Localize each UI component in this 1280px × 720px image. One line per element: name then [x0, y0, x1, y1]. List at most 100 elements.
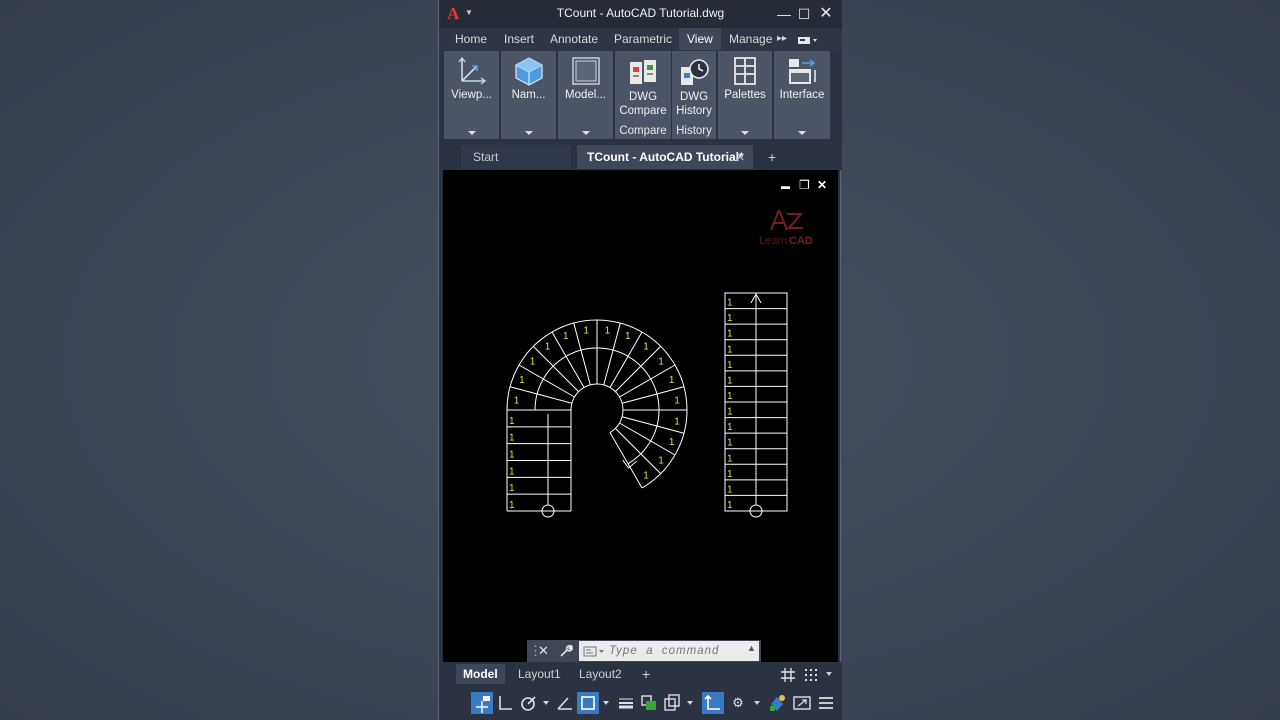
minimize-button[interactable]: — — [774, 4, 794, 24]
spiral-stair-tread-count: 1 — [669, 437, 675, 448]
tab-insert[interactable]: Insert — [496, 28, 542, 50]
tab-manage[interactable]: Manage — [721, 28, 780, 50]
spiral-stair-radial-tread — [619, 422, 676, 456]
workspace-caret-icon[interactable] — [754, 701, 760, 705]
polar-tracking-icon[interactable] — [517, 692, 539, 714]
straight-stair-tread-count: 1 — [727, 469, 733, 480]
recent-commands-icon[interactable] — [583, 645, 607, 663]
viewports-panel[interactable]: Viewp... — [444, 51, 499, 139]
workspace-gear-icon[interactable]: ⚙ — [727, 692, 749, 714]
named-views-cube-icon — [513, 55, 545, 87]
spiral-stair-radial-tread — [619, 364, 676, 398]
named-views-caret-icon[interactable] — [524, 131, 533, 135]
add-layout-button[interactable]: + — [635, 664, 657, 684]
named-views-panel[interactable]: Nam... — [501, 51, 556, 139]
document-tab-bar: Start TCount - AutoCAD Tutorial* ✕ + — [439, 142, 842, 170]
customization-menu-icon[interactable] — [815, 692, 837, 714]
new-tab-button[interactable]: + — [768, 145, 776, 169]
straight-stair-tread-count: 1 — [727, 500, 733, 511]
spiral-stair-tread-count: 1 — [509, 466, 515, 477]
snap-mode-icon[interactable] — [803, 667, 819, 688]
named-views-label: Nam... — [511, 89, 546, 101]
straight-stair-tread-count: 1 — [727, 453, 733, 464]
spiral-stair-tread-count: 1 — [674, 395, 680, 406]
isometric-drafting-icon[interactable] — [554, 692, 576, 714]
transparency-icon[interactable] — [638, 692, 660, 714]
polar-caret-icon[interactable] — [543, 701, 549, 705]
tab-start[interactable]: Start — [461, 145, 571, 169]
annotation-scale-icon[interactable] — [702, 692, 724, 714]
dwg-history-label-2: History — [676, 105, 712, 117]
isolate-objects-icon[interactable] — [766, 692, 788, 714]
model-viewports-caret-icon[interactable] — [581, 131, 590, 135]
spiral-stair-radial-tread — [518, 364, 575, 398]
snap-caret-icon[interactable] — [826, 672, 832, 676]
spiral-stair-tread-count: 1 — [509, 416, 515, 427]
spiral-stair-tread-count: 1 — [669, 375, 675, 386]
dynamic-input-icon[interactable] — [471, 692, 493, 714]
spiral-stair-tread-count: 1 — [519, 375, 525, 386]
spiral-stair-radial-tread — [509, 386, 573, 404]
spiral-stair-tread-count: 1 — [545, 342, 551, 353]
dwg-history-panel[interactable]: DWG History History — [672, 51, 716, 139]
ribbon-tab-bar: Home Insert Annotate Parametric View Man… — [439, 28, 842, 50]
fullscreen-icon[interactable] — [791, 692, 813, 714]
close-button[interactable]: ✕ — [816, 4, 836, 24]
ribbon-overflow-icon[interactable]: ▸▸ — [773, 28, 791, 50]
ribbon: Viewp... Nam... Model... DWG Compare Com… — [439, 50, 842, 142]
spiral-stair-radial-tread — [609, 432, 643, 489]
tab-model[interactable]: Model — [456, 664, 505, 684]
spiral-stair-tread-count: 1 — [658, 357, 664, 368]
tab-layout1[interactable]: Layout1 — [511, 664, 568, 684]
tab-layout2[interactable]: Layout2 — [572, 664, 629, 684]
dwg-compare-panel[interactable]: DWG Compare Compare — [615, 51, 671, 139]
tab-close-icon[interactable]: ✕ — [735, 145, 745, 169]
drawing-canvas[interactable]: ▬ ❐ ✕ Learn CAD 111111111111111111111111… — [443, 170, 838, 662]
spiral-stair-tread-count: 1 — [583, 326, 589, 337]
viewport-axes-icon — [456, 55, 488, 87]
dwg-compare-icon — [627, 57, 659, 89]
interface-caret-icon[interactable] — [798, 131, 806, 135]
command-close-icon[interactable]: ✕ — [538, 641, 549, 661]
straight-stair-tread-count: 1 — [727, 438, 733, 449]
spiral-stair-tread-count: 1 — [514, 395, 520, 406]
model-viewports-panel[interactable]: Model... — [558, 51, 613, 139]
ortho-mode-icon[interactable] — [494, 692, 516, 714]
spiral-stair-tread-count: 1 — [509, 433, 515, 444]
selection-caret-icon[interactable] — [687, 701, 693, 705]
selection-cycling-icon[interactable] — [661, 692, 683, 714]
status-bar: ⚙ — [439, 686, 842, 720]
viewports-label: Viewp... — [451, 89, 492, 101]
command-customize-wrench-icon[interactable] — [558, 643, 574, 664]
tab-parametric[interactable]: Parametric — [606, 28, 680, 50]
interface-panel[interactable]: Interface — [774, 51, 830, 139]
spiral-stair-tread-count: 1 — [563, 331, 569, 342]
tab-annotate[interactable]: Annotate — [542, 28, 606, 50]
title-bar: A ▼ TCount - AutoCAD Tutorial.dwg — ☐ ✕ — [439, 0, 842, 28]
model-viewport-frame-icon — [570, 55, 602, 87]
lineweight-icon[interactable] — [615, 692, 637, 714]
dwg-compare-footer: Compare — [619, 125, 667, 137]
palettes-caret-icon[interactable] — [741, 131, 749, 135]
spiral-stair-tread-count: 1 — [605, 326, 611, 337]
palettes-panel[interactable]: Palettes — [718, 51, 772, 139]
tab-tcount-drawing[interactable]: TCount - AutoCAD Tutorial* — [577, 145, 753, 169]
dwg-history-label-1: DWG — [679, 91, 709, 103]
tab-home[interactable]: Home — [447, 28, 495, 50]
maximize-button[interactable]: ☐ — [794, 4, 814, 24]
spiral-stair-tread-count: 1 — [530, 357, 536, 368]
spiral-stair-tread-count: 1 — [509, 450, 515, 461]
grid-display-icon[interactable] — [780, 667, 796, 688]
dwg-compare-label-2: Compare — [619, 105, 667, 117]
object-snap-icon[interactable] — [577, 692, 599, 714]
spiral-stair-tread-count: 1 — [509, 500, 515, 511]
ribbon-display-toggle-icon[interactable] — [797, 33, 819, 45]
stairs-drawing: 1111111111111111111111111 1 1 111111111 — [506, 292, 788, 518]
command-line: ⋮ ✕ ▲ — [527, 640, 761, 662]
command-history-caret-icon[interactable]: ▲ — [747, 643, 756, 653]
straight-stair-tread-count: 1 — [727, 298, 733, 309]
object-snap-caret-icon[interactable] — [603, 701, 609, 705]
tab-view[interactable]: View — [679, 28, 721, 50]
spiral-stair-tread-count: 1 — [643, 470, 649, 481]
viewports-caret-icon[interactable] — [467, 131, 476, 135]
